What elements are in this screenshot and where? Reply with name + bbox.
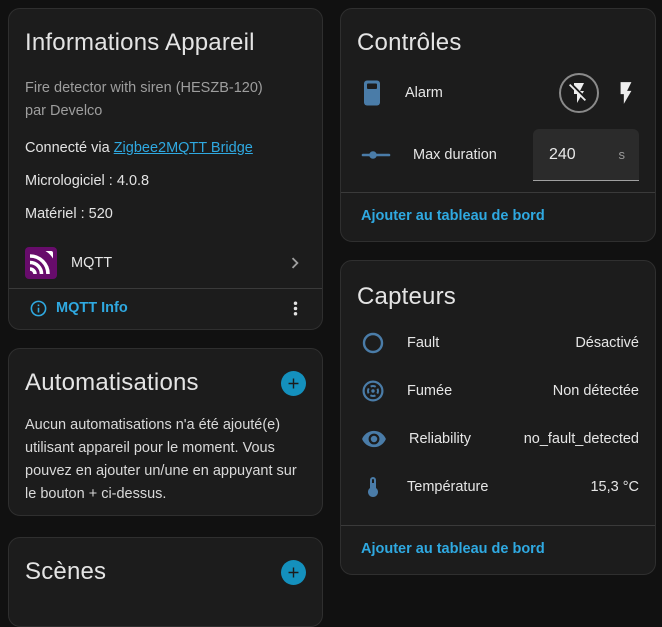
flash-off-icon [567, 81, 591, 105]
add-scene-button[interactable] [281, 559, 306, 585]
sensor-row-smoke[interactable]: Fumée Non détectée [341, 367, 655, 415]
siren-icon [361, 79, 383, 107]
alarm-off-button[interactable] [559, 73, 599, 113]
sensors-add-to-dashboard-link[interactable]: Ajouter au tableau de bord [361, 541, 545, 557]
sensor-row-temperature[interactable]: Température 15,3 °C [341, 463, 655, 511]
connected-via-label: Connecté via [25, 140, 110, 156]
mqtt-info-link[interactable]: MQTT Info [56, 300, 128, 316]
flash-icon [613, 80, 639, 106]
device-info-card: Informations Appareil Fire detector with… [8, 8, 323, 330]
controls-add-to-dashboard-link[interactable]: Ajouter au tableau de bord [361, 208, 545, 224]
circle-outline-icon [361, 331, 385, 355]
integration-row-mqtt[interactable]: MQTT [9, 238, 322, 288]
sensor-label: Reliability [409, 431, 472, 447]
device-info-title: Informations Appareil [25, 29, 255, 56]
add-automation-button[interactable] [281, 370, 306, 396]
sensor-label: Fault [407, 335, 440, 351]
connected-via-line: Connecté via Zigbee2MQTT Bridge [25, 140, 306, 156]
sensors-card-footer: Ajouter au tableau de bord [341, 525, 655, 574]
sensors-card: Capteurs Fault Désactivé Fumée Non détec… [340, 260, 656, 575]
sensor-row-fault[interactable]: Fault Désactivé [341, 319, 655, 367]
device-model: Fire detector with siren (HESZB-120) [25, 80, 263, 96]
alarm-trigger-button[interactable] [613, 80, 639, 106]
controls-card: Contrôles Alarm Max duration 240 s Ajout… [340, 8, 656, 242]
sensor-value: 15,3 °C [590, 479, 639, 495]
thermometer-icon [361, 474, 385, 500]
eye-icon [361, 426, 387, 452]
max-duration-label: Max duration [413, 147, 497, 163]
max-duration-field: s [533, 129, 639, 181]
sensors-title: Capteurs [357, 283, 456, 310]
automations-empty-text: Aucun automatisations n'a été ajouté(e) … [25, 417, 297, 502]
controls-title: Contrôles [357, 29, 462, 56]
controls-card-footer: Ajouter au tableau de bord [341, 192, 655, 241]
max-duration-row: Max duration s [341, 123, 655, 187]
alarm-control-row: Alarm [341, 63, 655, 123]
bridge-link[interactable]: Zigbee2MQTT Bridge [114, 140, 253, 156]
sensor-value: Non détectée [552, 383, 639, 399]
hardware-line: Matériel : 520 [25, 206, 113, 222]
firmware-line: Micrologiciel : 4.0.8 [25, 173, 150, 189]
slider-icon [361, 143, 391, 167]
mqtt-info-row: MQTT Info [9, 289, 322, 329]
smoke-detector-icon [361, 379, 385, 403]
max-duration-unit: s [618, 147, 626, 162]
dots-vertical-icon[interactable] [285, 298, 306, 319]
mqtt-logo-icon [25, 247, 57, 279]
sensor-label: Température [407, 479, 489, 495]
chevron-right-icon [284, 252, 306, 274]
automations-title: Automatisations [25, 369, 199, 396]
alarm-label: Alarm [405, 85, 443, 101]
scenes-card: Scènes [8, 537, 323, 627]
device-manufacturer: par Develco [25, 103, 103, 119]
sensor-label: Fumée [407, 383, 453, 399]
scenes-title: Scènes [25, 558, 107, 585]
max-duration-input[interactable] [549, 145, 601, 164]
sensor-value: no_fault_detected [523, 431, 639, 447]
automations-card: Automatisations Aucun automatisations n'… [8, 348, 323, 516]
sensor-row-reliability[interactable]: Reliability no_fault_detected [341, 415, 655, 463]
sensor-value: Désactivé [575, 335, 639, 351]
info-circle-icon [29, 299, 48, 318]
integration-name: MQTT [71, 255, 113, 271]
